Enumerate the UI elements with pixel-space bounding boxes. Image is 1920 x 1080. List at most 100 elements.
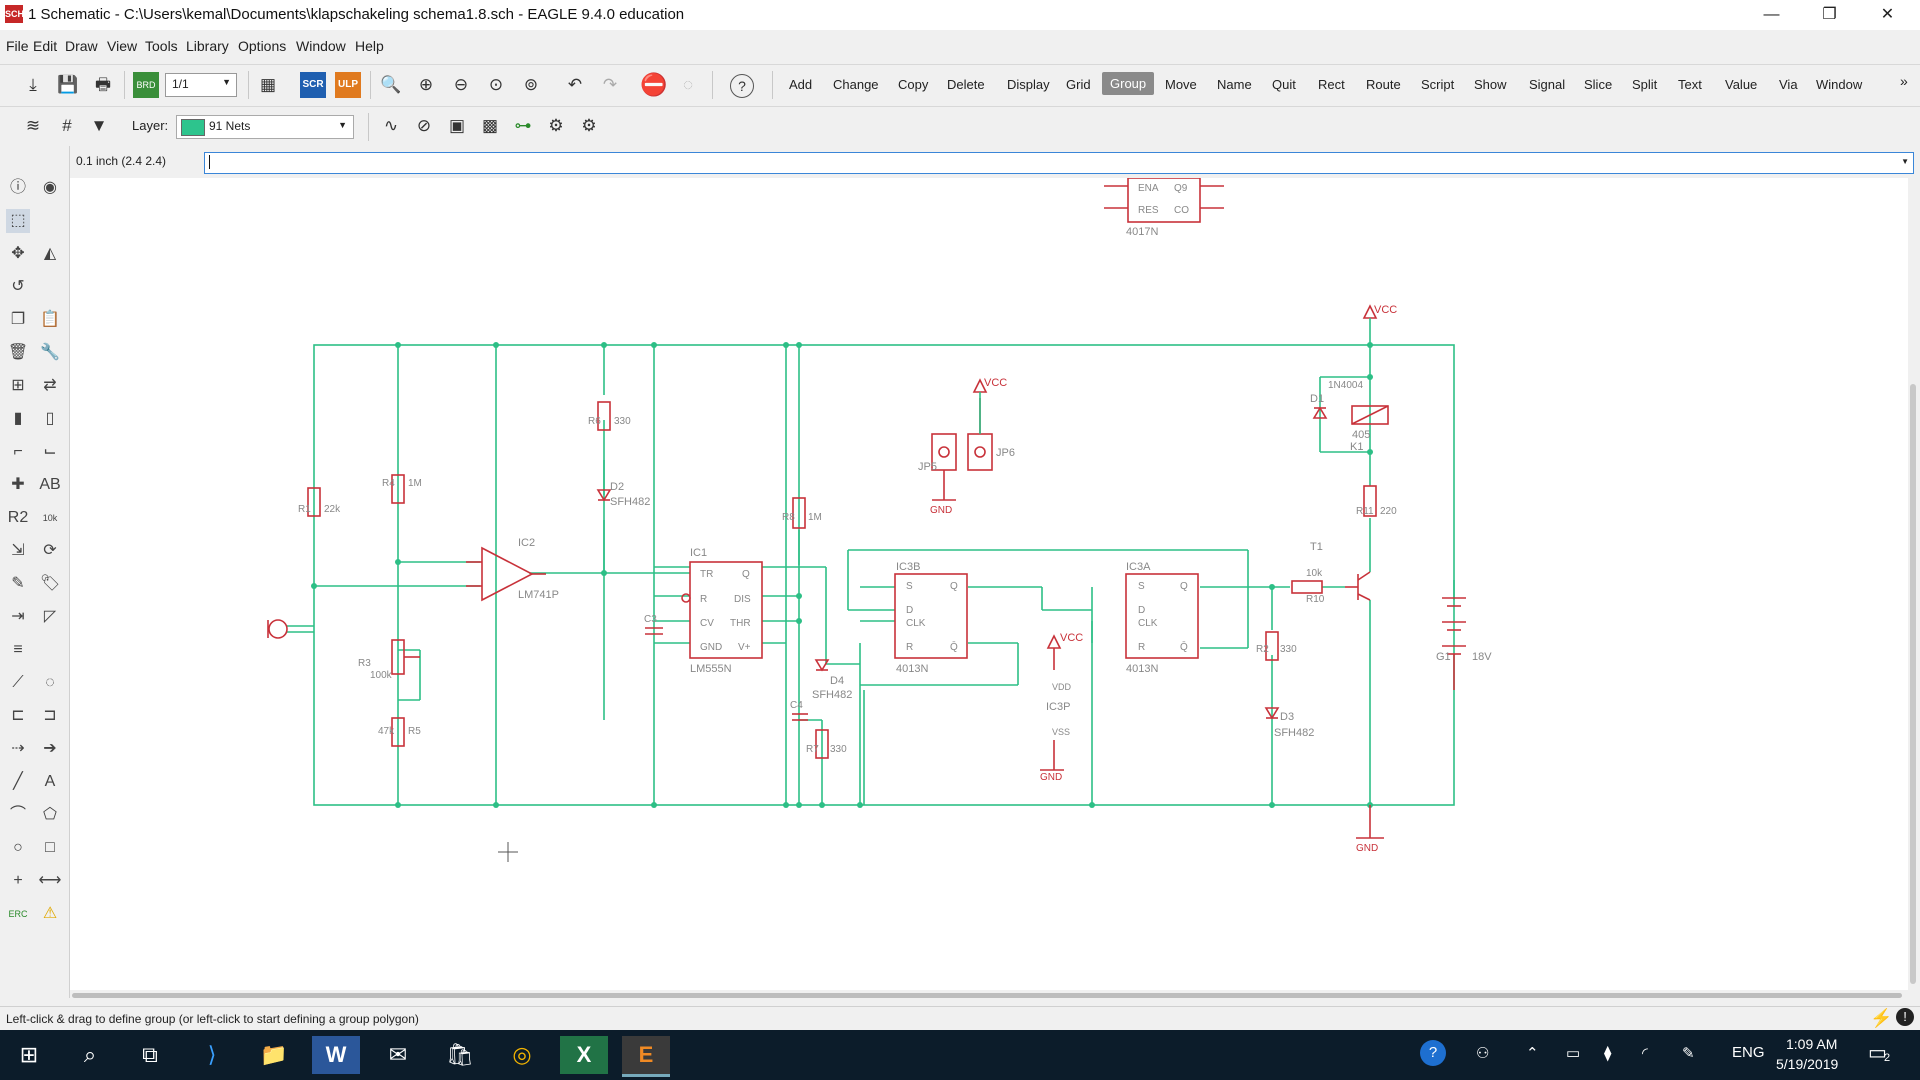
style-icon[interactable]: ▣ [444, 113, 470, 139]
alert-icon[interactable]: ! [1896, 1008, 1914, 1026]
invoke-icon[interactable]: ▯ [38, 407, 62, 431]
open-icon[interactable]: ⤓ [20, 72, 46, 98]
circle-dash-icon[interactable]: ◌ [38, 671, 62, 695]
task-view-icon[interactable]: ⧉ [126, 1036, 174, 1074]
help-tray-icon[interactable]: ? [1420, 1040, 1446, 1066]
menu-help[interactable]: Help [355, 38, 384, 54]
gear2-icon[interactable]: ⚙ [576, 113, 602, 139]
label-icon[interactable]: AB [38, 473, 62, 497]
eagle-app-icon[interactable]: SCH [5, 5, 24, 23]
clock-date[interactable]: 5/19/2019 [1776, 1056, 1838, 1072]
wire-bend-icon[interactable]: ∿ [378, 113, 404, 139]
wifi-icon[interactable]: ◜ [1642, 1044, 1648, 1062]
go-icon[interactable]: ◌ [675, 72, 701, 98]
miter-icon[interactable]: ⟳ [38, 539, 62, 563]
smash-icon[interactable]: ⇲ [6, 539, 30, 563]
file-explorer-icon[interactable]: 📁 [250, 1036, 298, 1074]
gear-icon[interactable]: ⚙ [543, 113, 569, 139]
arc-icon[interactable]: ⌒ [6, 803, 30, 827]
search-icon[interactable]: ⌕ [66, 1036, 114, 1074]
mark-icon[interactable]: + [6, 869, 30, 893]
info-icon[interactable]: ⓘ [6, 176, 30, 200]
erc-icon[interactable]: ERC [6, 902, 30, 926]
script-icon[interactable]: SCR [300, 72, 326, 98]
menu-window[interactable]: Window [296, 38, 346, 54]
sheet-select[interactable]: 1/1 ▼ [165, 73, 237, 97]
cmd-window[interactable]: Window [1816, 77, 1862, 92]
filter-icon[interactable]: ▼ [86, 113, 112, 139]
layers-icon[interactable]: ≋ [20, 113, 46, 139]
eye-icon[interactable]: ◉ [38, 176, 62, 200]
move-icon[interactable]: ✥ [6, 242, 30, 266]
redo-icon[interactable]: ↷ [597, 72, 623, 98]
language-indicator[interactable]: ENG [1732, 1044, 1765, 1061]
horizontal-scroll-thumb[interactable] [72, 993, 1902, 998]
table-icon[interactable]: ▦ [255, 72, 281, 98]
width-icon[interactable]: ▩ [477, 113, 503, 139]
menu-file[interactable]: File [6, 38, 29, 54]
dimension-icon[interactable]: ⟷ [38, 869, 62, 893]
cmd-slice[interactable]: Slice [1584, 77, 1612, 92]
cmd-copy[interactable]: Copy [898, 77, 928, 92]
maximize-button[interactable]: ❐ [1802, 0, 1857, 30]
menu-library[interactable]: Library [186, 38, 229, 54]
menu-draw[interactable]: Draw [65, 38, 98, 54]
arrow-icon[interactable]: ➔ [38, 737, 62, 761]
bracket-icon[interactable]: ⊏ [6, 704, 30, 728]
split-icon[interactable]: ✎ [6, 572, 30, 596]
delete-icon[interactable]: 🗑 [6, 341, 30, 365]
zoom-out-icon[interactable]: ⊖ [448, 72, 474, 98]
gate-icon[interactable]: ▮ [6, 407, 30, 431]
battery-icon[interactable]: ▭ [1566, 1044, 1580, 1062]
select-icon[interactable]: ⬚ [6, 209, 30, 233]
word-icon[interactable]: W [312, 1036, 360, 1074]
rotate-icon[interactable]: ↺ [6, 275, 30, 299]
menu-view[interactable]: View [107, 38, 137, 54]
junction-icon[interactable]: ✚ [6, 473, 30, 497]
menu-tools[interactable]: Tools [145, 38, 178, 54]
chrome-icon[interactable]: ◎ [498, 1036, 546, 1074]
gateswap-icon[interactable]: ◸ [38, 605, 62, 629]
menu-options[interactable]: Options [238, 38, 286, 54]
brd-switch-icon[interactable]: BRD [133, 72, 159, 98]
menu-edit[interactable]: Edit [33, 38, 57, 54]
name-icon[interactable]: R2 [6, 506, 30, 530]
close-button[interactable]: ✕ [1860, 0, 1915, 30]
people-icon[interactable]: ⚇ [1476, 1044, 1489, 1062]
zoom-fit-icon[interactable]: 🔍 [378, 72, 404, 98]
toolbar-overflow-icon[interactable]: » [1900, 73, 1908, 89]
schematic-canvas[interactable]: ENA Q9 RES CO 4017N VCC VCC VCC GND GND … [70, 177, 1908, 990]
cmd-add[interactable]: Add [789, 77, 812, 92]
windows-start-icon[interactable]: ⊞ [5, 1036, 53, 1074]
polygon-icon[interactable]: ⬠ [38, 803, 62, 827]
zoom-in-icon[interactable]: ⊕ [413, 72, 439, 98]
cmd-text[interactable]: Text [1678, 77, 1702, 92]
cmd-group[interactable]: Group [1102, 72, 1155, 95]
pinswap-icon[interactable]: ⇥ [6, 605, 30, 629]
cmd-name[interactable]: Name [1217, 77, 1252, 92]
cmd-via[interactable]: Via [1779, 77, 1798, 92]
net-icon[interactable]: ⌐ [6, 440, 30, 464]
cmd-value[interactable]: Value [1725, 77, 1757, 92]
zoom-redraw-icon[interactable]: ⊙ [483, 72, 509, 98]
lightning-icon[interactable]: ⚡ [1870, 1008, 1892, 1029]
wire-icon[interactable]: ⟋ [6, 671, 30, 695]
minimize-button[interactable]: — [1744, 0, 1799, 30]
bracket2-icon[interactable]: ⊐ [38, 704, 62, 728]
save-icon[interactable]: 💾 [55, 72, 81, 98]
layer-select[interactable]: 91 Nets ▼ [176, 115, 354, 139]
vertical-scroll-thumb[interactable] [1910, 384, 1916, 984]
value-icon[interactable]: 10k [38, 506, 62, 530]
text-icon[interactable]: A [38, 770, 62, 794]
excel-icon[interactable]: X [560, 1036, 608, 1074]
circle-icon[interactable]: ○ [6, 836, 30, 860]
dash-icon[interactable]: ⇢ [6, 737, 30, 761]
copy-icon[interactable]: ❐ [6, 308, 30, 332]
cmd-signal[interactable]: Signal [1529, 77, 1565, 92]
cmd-split[interactable]: Split [1632, 77, 1657, 92]
replace-icon[interactable]: ⇄ [38, 374, 62, 398]
cmd-show[interactable]: Show [1474, 77, 1507, 92]
paste-icon[interactable]: 📋 [38, 308, 62, 332]
print-icon[interactable]: 🖶 [90, 72, 116, 98]
clock-time[interactable]: 1:09 AM [1786, 1036, 1837, 1052]
